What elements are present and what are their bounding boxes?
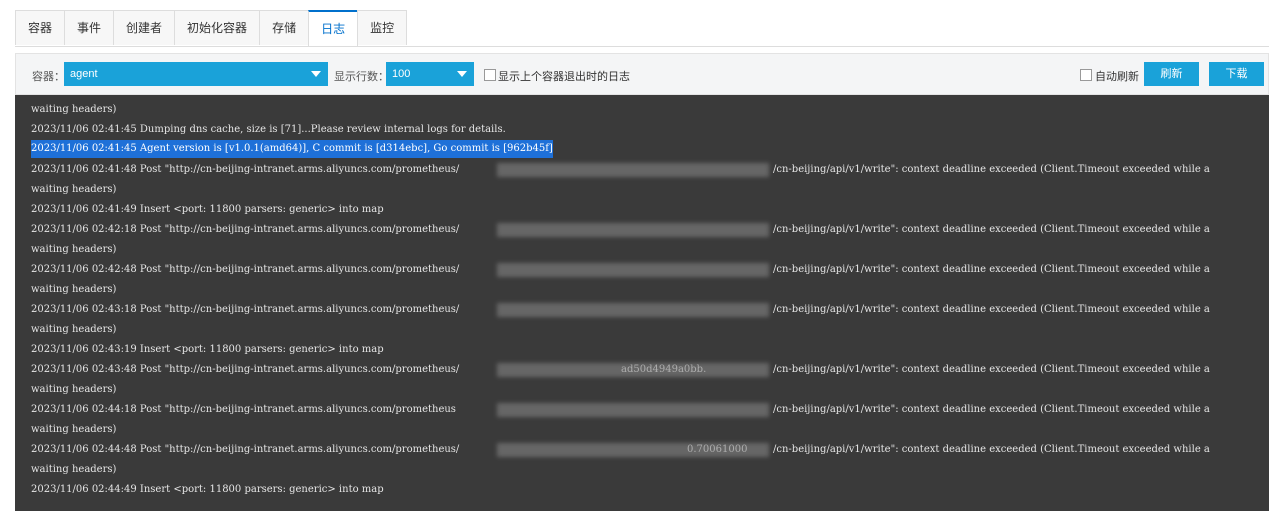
tab-storage[interactable]: 存储 (259, 10, 310, 45)
previous-container-checkbox[interactable] (484, 69, 496, 81)
container-select-value: agent (70, 68, 98, 80)
log-line: 2023/11/06 02:42:48 Post "http://cn-beij… (31, 264, 460, 275)
log-line-suffix: /cn-beijing/api/v1/write": context deadl… (773, 164, 1210, 175)
log-line: 2023/11/06 02:44:18 Post "http://cn-beij… (31, 404, 456, 415)
log-line: 2023/11/06 02:44:48 Post "http://cn-beij… (31, 444, 460, 455)
log-line: waiting headers) (31, 324, 117, 335)
log-line: waiting headers) (31, 184, 117, 195)
log-line-suffix: /cn-beijing/api/v1/write": context deadl… (773, 264, 1210, 275)
log-line-suffix: /cn-beijing/api/v1/write": context deadl… (773, 304, 1210, 315)
log-line: 2023/11/06 02:43:18 Post "http://cn-beij… (31, 304, 460, 315)
tab-creator[interactable]: 创建者 (113, 10, 176, 45)
log-line: 2023/11/06 02:43:19 Insert <port: 11800 … (31, 344, 384, 355)
tab-containers[interactable]: 容器 (15, 10, 66, 45)
log-toolbar: 容器： agent 显示行数： 100 显示上个容器退出时的日志 自动刷新 刷新… (15, 53, 1269, 95)
log-line-selected: 2023/11/06 02:41:45 Agent version is [v1… (31, 140, 553, 158)
log-line: waiting headers) (31, 284, 117, 295)
log-line: waiting headers) (31, 384, 117, 395)
rows-label: 显示行数： (334, 71, 389, 83)
redacted-region (497, 303, 769, 317)
log-line: 2023/11/06 02:43:48 Post "http://cn-beij… (31, 364, 460, 375)
container-select[interactable]: agent (64, 62, 328, 86)
log-line: waiting headers) (31, 424, 117, 435)
redacted-region (497, 263, 769, 277)
log-line-suffix: /cn-beijing/api/v1/write": context deadl… (773, 224, 1210, 235)
rows-select-value: 100 (392, 68, 411, 80)
tab-events[interactable]: 事件 (64, 10, 115, 45)
log-output[interactable]: waiting headers) 2023/11/06 02:41:45 Dum… (15, 95, 1269, 511)
container-label: 容器： (32, 71, 65, 83)
download-button[interactable]: 下载 (1209, 62, 1264, 86)
tab-init-containers[interactable]: 初始化容器 (174, 10, 261, 45)
chevron-down-icon (311, 71, 321, 77)
log-line: waiting headers) (31, 104, 117, 115)
previous-container-label: 显示上个容器退出时的日志 (498, 71, 630, 83)
log-line: 2023/11/06 02:41:48 Post "http://cn-beij… (31, 164, 460, 175)
tab-logs[interactable]: 日志 (308, 10, 359, 46)
auto-refresh-checkbox[interactable] (1080, 69, 1092, 81)
auto-refresh-label: 自动刷新 (1095, 71, 1139, 83)
log-line: 2023/11/06 02:41:49 Insert <port: 11800 … (31, 204, 384, 215)
chevron-down-icon (457, 71, 467, 77)
rows-select[interactable]: 100 (386, 62, 474, 86)
log-line: waiting headers) (31, 244, 117, 255)
tab-bar: 容器 事件 创建者 初始化容器 存储 日志 监控 (15, 10, 1269, 47)
log-line-suffix: /cn-beijing/api/v1/write": context deadl… (773, 404, 1210, 415)
log-fragment: ad50d4949a0bb. (621, 364, 707, 375)
log-line-suffix: /cn-beijing/api/v1/write": context deadl… (773, 444, 1210, 455)
redacted-region (497, 223, 769, 237)
log-line: waiting headers) (31, 464, 117, 475)
tab-monitoring[interactable]: 监控 (357, 10, 408, 45)
redacted-region (497, 163, 769, 177)
log-line: 2023/11/06 02:44:49 Insert <port: 11800 … (31, 484, 384, 495)
log-fragment: 0.70061000 (687, 444, 748, 455)
redacted-region (497, 403, 769, 417)
log-line: 2023/11/06 02:42:18 Post "http://cn-beij… (31, 224, 460, 235)
log-line-suffix: /cn-beijing/api/v1/write": context deadl… (773, 364, 1210, 375)
log-line: 2023/11/06 02:41:45 Dumping dns cache, s… (31, 124, 506, 135)
refresh-button[interactable]: 刷新 (1144, 62, 1199, 86)
